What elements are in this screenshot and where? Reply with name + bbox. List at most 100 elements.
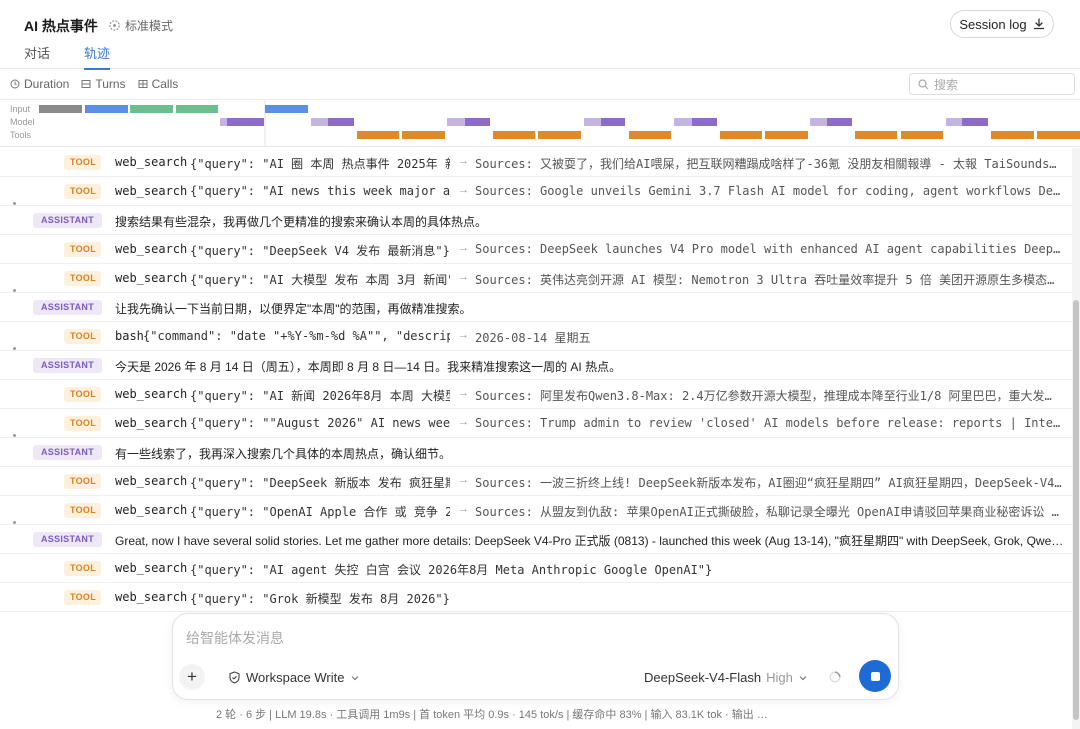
assistant-badge: ASSISTANT [33,532,102,547]
tool-result: Sources: 从盟友到仇敌: 苹果OpenAI正式撕破脸，私聊记录全曝光 O… [475,505,1063,519]
message-input[interactable]: 给智能体发消息 [186,628,284,648]
timeline-segment[interactable] [629,131,671,139]
timeline-segment[interactable] [1037,131,1080,139]
timeline-segment[interactable] [402,131,445,139]
mode-indicator[interactable]: 标准模式 [108,17,173,34]
model-select[interactable]: DeepSeek-V4-Flash High [644,670,808,685]
tool-badge: TOOL [64,561,101,576]
timeline-dot-icon [13,347,16,350]
timeline-segment[interactable] [493,131,535,139]
timeline-segment[interactable] [39,105,82,113]
tool-call-row[interactable]: TOOL web_search {"query": "AI 新闻 2026年8月 本… [0,380,1072,409]
plus-icon: + [187,667,197,686]
tool-call-row[interactable]: TOOL web_search {"query": "AI news this we… [0,177,1072,206]
view-duration-button[interactable]: Duration [10,77,69,91]
tool-result: Sources: Google unveils Gemini 3.7 Flash… [475,184,1063,198]
tool-call-row[interactable]: TOOL web_search {"query": "OpenAI Apple 合作… [0,496,1072,525]
timeline-segment[interactable] [827,118,852,126]
timeline-segment[interactable] [227,118,264,126]
tool-result: Sources: 一波三折终上线! DeepSeek新版本发布，AI圈迎“疯狂星… [475,476,1063,490]
page-title: AI 热点事件 [24,18,98,34]
tool-call-row[interactable]: TOOL web_search {"query": "AI agent 失控 白宫 … [0,554,1072,583]
tool-badge: TOOL [64,387,101,402]
add-attachment-button[interactable]: + [179,664,205,690]
tool-args: {"query": ""August 2026" AI news week… [190,416,450,430]
assistant-text: 让我先确认一下当前日期，以便界定"本周"的范围，再做精准搜索。 [115,302,472,316]
assistant-message-row[interactable]: ASSISTANT 有一些线索了，我再深入搜索几个具体的本周热点，确认细节。 [0,434,1072,467]
timeline-segment[interactable] [584,118,601,126]
arrow-right-icon: → [458,387,469,399]
assistant-message-row[interactable]: ASSISTANT 让我先确认一下当前日期，以便界定"本周"的范围，再做精准搜索。 [0,289,1072,322]
view-calls-button[interactable]: Calls [138,77,179,91]
tool-call-row[interactable]: TOOL web_search {"query": "AI 圈 本周 热点事件 20… [0,148,1072,177]
timeline-segment[interactable] [765,131,808,139]
tool-name: web_search [115,184,188,198]
tool-call-row[interactable]: TOOL bash {"command": "date "+%Y-%m-%d %A"… [0,322,1072,351]
timeline-segment[interactable] [447,118,465,126]
timeline-segment[interactable] [601,118,625,126]
tool-badge: TOOL [64,242,101,257]
timeline-segment[interactable] [538,131,581,139]
tool-badge: TOOL [64,155,101,170]
assistant-message-row[interactable]: ASSISTANT Great, now I have several solid… [0,521,1072,554]
tool-result: Sources: 又被耍了，我们给AI喂屎，把互联网糟蹋成啥样了-36氪 没朋友… [475,157,1063,171]
timeline-dot-icon [13,434,16,437]
timeline-segment[interactable] [692,118,717,126]
tool-name: web_search [115,474,188,488]
mode-label: 标准模式 [125,19,174,33]
stop-button[interactable] [859,660,891,692]
timeline-segment[interactable] [220,118,227,126]
tool-badge: TOOL [64,329,101,344]
timeline-segment[interactable] [810,118,827,126]
search-icon [918,78,929,89]
timeline-segment[interactable] [465,118,490,126]
scrollbar-thumb[interactable] [1073,300,1079,720]
arrow-right-icon: → [458,329,469,341]
session-log-label: Session log [959,16,1027,32]
tool-call-row[interactable]: TOOL web_search {"query": "AI 大模型 发布 本周 3月… [0,264,1072,293]
timeline-dot-icon [13,289,16,292]
workspace-select[interactable]: Workspace Write [228,670,360,685]
clock-icon [10,79,20,89]
timeline-segment[interactable] [311,118,328,126]
timeline-segment[interactable] [962,118,988,126]
trace-list: TOOL web_search {"query": "AI 圈 本周 热点事件 20… [0,148,1072,612]
tool-call-row[interactable]: TOOL web_search {"query": ""August 2026" A… [0,409,1072,438]
tool-call-row[interactable]: TOOL web_search {"query": "DeepSeek V4 发布 … [0,235,1072,264]
timeline-segment[interactable] [946,118,962,126]
arrow-right-icon: → [458,503,469,515]
timeline-segment[interactable] [720,131,762,139]
calls-label: Calls [151,77,179,91]
timeline-segment[interactable] [674,118,692,126]
download-icon [1033,18,1044,30]
timeline-segment[interactable] [357,131,399,139]
assistant-message-row[interactable]: ASSISTANT 搜索结果有些混杂，我再做几个更精准的搜索来确认本周的具体热点。 [0,202,1072,235]
header: AI 热点事件 标准模式 对话 轨迹 Session log [0,0,1080,70]
assistant-badge: ASSISTANT [33,445,102,460]
timeline-chart[interactable] [0,100,1080,146]
tool-name: web_search [115,416,188,430]
tab-trace[interactable]: 轨迹 [84,43,111,70]
tab-conversation[interactable]: 对话 [24,43,50,70]
timeline-segment[interactable] [130,105,173,113]
timeline-segment[interactable] [176,105,218,113]
timeline-segment[interactable] [901,131,943,139]
tool-badge: TOOL [64,590,101,605]
timeline-segment[interactable] [991,131,1034,139]
timeline-segment[interactable] [85,105,128,113]
session-log-button[interactable]: Session log [950,10,1054,38]
assistant-message-row[interactable]: ASSISTANT 今天是 2026 年 8 月 14 日（周五），本周即 8 月… [0,347,1072,380]
tool-args: {"query": "AI news this week major an… [190,184,450,198]
timeline-segment[interactable] [855,131,897,139]
search-placeholder: 搜索 [934,77,959,92]
tool-result: Sources: DeepSeek launches V4 Pro model … [475,242,1063,256]
timeline-segment[interactable] [265,105,308,113]
tool-call-row[interactable]: TOOL web_search {"query": "DeepSeek 新版本 发布… [0,467,1072,496]
tool-call-row[interactable]: TOOL web_search {"query": "Grok 新模型 发布 8月 … [0,583,1072,612]
arrow-right-icon: → [458,474,469,486]
search-input[interactable]: 搜索 [909,73,1075,95]
message-composer[interactable] [172,613,899,700]
view-turns-button[interactable]: Turns [81,77,126,91]
tool-args: {"query": "AI 大模型 发布 本周 3月 新闻"} [190,273,450,287]
timeline-segment[interactable] [328,118,354,126]
